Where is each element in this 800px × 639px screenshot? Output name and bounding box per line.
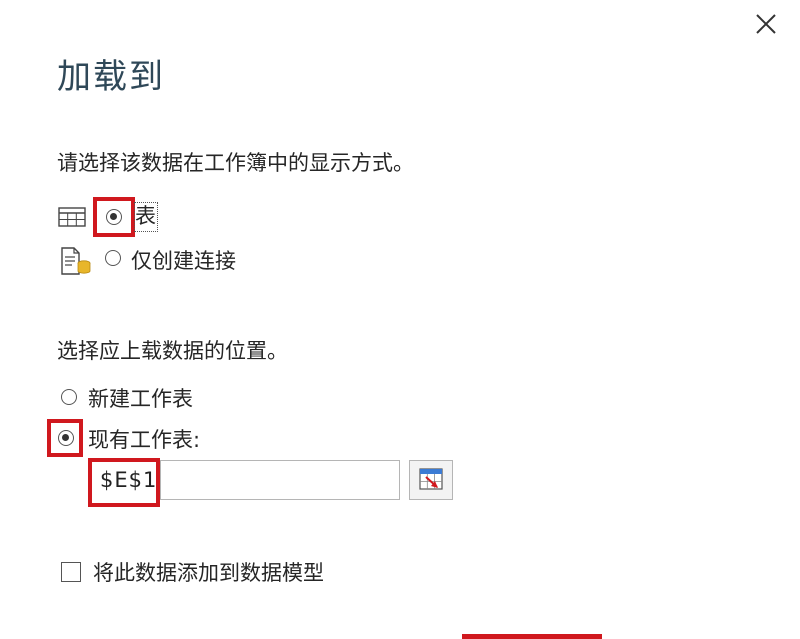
display-prompt: 请选择该数据在工作簿中的显示方式。: [57, 151, 414, 175]
new-worksheet-label[interactable]: 新建工作表: [88, 385, 193, 413]
close-button[interactable]: [748, 6, 784, 42]
data-model-checkbox[interactable]: [61, 562, 81, 582]
connection-only-radio[interactable]: [105, 250, 121, 266]
ok-button-highlight: [462, 634, 602, 639]
existing-worksheet-label[interactable]: 现有工作表:: [88, 426, 200, 454]
cell-reference-input[interactable]: [160, 460, 400, 500]
table-radio[interactable]: [106, 209, 122, 225]
data-model-label[interactable]: 将此数据添加到数据模型: [93, 559, 324, 587]
table-icon: [58, 207, 86, 227]
existing-worksheet-radio[interactable]: [58, 430, 74, 446]
cell-reference-value: $E$1: [100, 468, 158, 492]
connection-only-label[interactable]: 仅创建连接: [131, 247, 236, 275]
close-icon: [756, 14, 776, 34]
connection-only-icon: [60, 246, 94, 276]
dialog-title: 加载到: [57, 57, 165, 97]
range-select-button[interactable]: [409, 460, 453, 500]
range-select-icon: [419, 468, 443, 490]
new-worksheet-radio[interactable]: [61, 389, 77, 405]
table-option-label[interactable]: 表: [135, 202, 156, 230]
load-to-dialog: 加载到 请选择该数据在工作簿中的显示方式。 表 仅创建连接 选择应上载数据的位置…: [0, 0, 800, 639]
location-prompt: 选择应上载数据的位置。: [57, 339, 288, 363]
